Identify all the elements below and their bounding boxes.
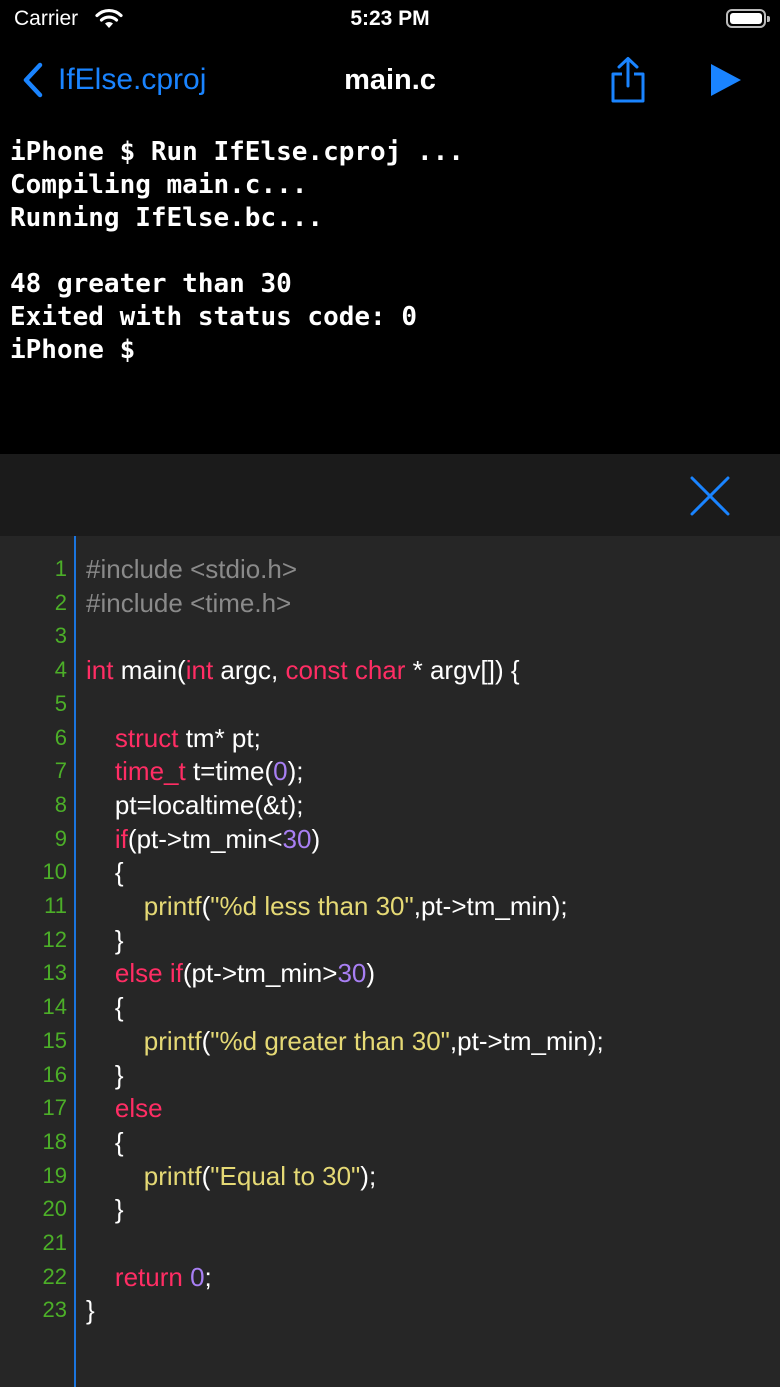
code-line[interactable]: 5 [0,687,780,721]
code-line[interactable]: 15 printf("%d greater than 30",pt->tm_mi… [0,1024,780,1058]
code-text: } [86,924,124,955]
code-line[interactable]: 17 else [0,1091,780,1125]
line-number: 14 [42,994,67,1020]
line-number: 15 [42,1027,67,1053]
code-line[interactable]: 18 { [0,1125,780,1159]
battery-icon [726,9,770,28]
code-text: printf("%d greater than 30",pt->tm_min); [143,1025,604,1056]
code-text: if(pt->tm_min<30) [114,823,321,854]
status-time: 5:23 PM [350,7,430,30]
line-number: 13 [42,960,67,986]
code-line[interactable]: 2 #include <time.h> [0,586,780,620]
line-number: 22 [42,1263,67,1289]
console-line: iPhone $ [10,335,136,365]
share-button[interactable] [608,56,648,109]
console-line: Exited with status code: 0 [10,302,417,332]
code-text: int main(int argc, const char * argv[]) … [86,655,520,686]
code-text: } [86,1194,124,1225]
code-text: #include <stdio.h> [86,554,298,584]
code-text: } [86,1295,95,1326]
line-number: 19 [42,1162,67,1188]
console-line: Compiling main.c... [10,170,308,200]
code-text: } [86,1059,124,1090]
run-button[interactable] [708,62,744,103]
line-number: 4 [54,657,67,683]
code-text: { [86,857,124,888]
console-line: Running IfElse.bc... [10,203,324,233]
code-text: else [114,1093,163,1124]
code-line[interactable]: 4 int main(int argc, const char * argv[])… [0,653,780,687]
status-bar: Carrier 5:23 PM [0,0,780,42]
line-number: 8 [54,791,67,817]
code-line[interactable]: 1 #include <stdio.h> [0,552,780,586]
navigation-bar: IfElse.cproj main.c [0,46,780,116]
line-number: 16 [42,1061,67,1087]
line-number: 5 [54,690,67,716]
line-number: 11 [44,893,67,918]
line-number: 3 [54,623,67,649]
code-line[interactable]: 3 [0,619,780,653]
line-number: 6 [54,724,67,750]
line-number: 18 [42,1128,67,1154]
code-text: else if(pt->tm_min>30) [114,958,376,989]
code-line[interactable]: 11 printf("%d less than 30",pt->tm_min); [0,889,780,923]
line-number: 12 [42,926,67,952]
code-line[interactable]: 8 pt=localtime(&t); [0,788,780,822]
code-editor[interactable]: 1 #include <stdio.h> 2 #include <time.h> 3 4 i… [0,536,780,1387]
line-number: 10 [42,859,67,885]
console-line: 48 greater than 30 [10,269,292,299]
code-line[interactable]: 19 printf("Equal to 30"); [0,1159,780,1193]
code-text: time_t t=time(0); [114,756,304,787]
close-icon [690,476,730,516]
code-text: printf("Equal to 30"); [143,1160,377,1191]
code-text: printf("%d less than 30",pt->tm_min); [143,891,568,921]
code-line[interactable]: 6 struct tm* pt; [0,721,780,755]
code-text: { [86,1126,124,1157]
code-text: struct tm* pt; [114,722,261,753]
code-line[interactable]: 23} [0,1293,780,1327]
console-line: iPhone $ Run IfElse.cproj ... [10,137,464,167]
code-line[interactable]: 10 { [0,855,780,889]
code-line[interactable]: 20 } [0,1192,780,1226]
line-number: 20 [42,1196,67,1222]
code-text: #include <time.h> [86,587,292,618]
line-number: 21 [42,1230,67,1255]
line-number: 1 [54,556,67,581]
play-icon [711,64,741,96]
code-line[interactable]: 14 { [0,990,780,1024]
code-line[interactable]: 7 time_t t=time(0); [0,754,780,788]
line-number: 23 [42,1297,67,1323]
code-line[interactable]: 12 } [0,923,780,957]
code-line[interactable]: 13 else if(pt->tm_min>30) [0,956,780,990]
code-text: pt=localtime(&t); [86,789,304,820]
editor-toolbar [0,454,780,536]
code-line[interactable]: 22 return 0; [0,1260,780,1294]
page-title: main.c [344,64,436,96]
code-line[interactable]: 9 if(pt->tm_min<30) [0,822,780,856]
line-number: 2 [54,589,67,615]
share-icon [611,57,645,103]
code-line[interactable]: 16 } [0,1058,780,1092]
line-number: 9 [54,825,67,851]
line-number: 7 [54,758,67,784]
close-button[interactable] [688,474,732,523]
code-text: return 0; [114,1261,212,1292]
code-text: { [86,992,124,1023]
console-output: iPhone $ Run IfElse.cproj ... Compiling … [10,136,770,367]
code-line[interactable]: 21 [0,1226,780,1260]
line-number: 17 [42,1095,67,1121]
